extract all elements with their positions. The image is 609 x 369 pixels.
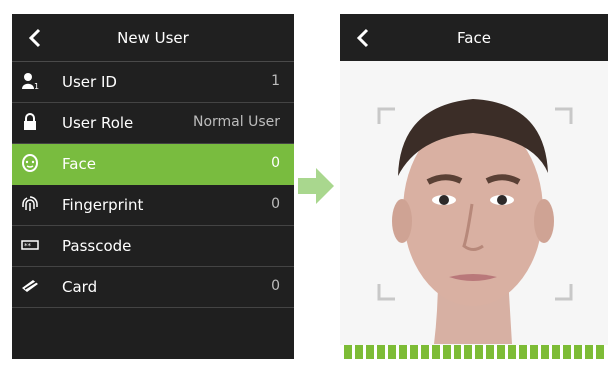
- svg-text:**: **: [24, 242, 32, 250]
- progress-segment: [387, 345, 396, 359]
- progress-segment: [552, 345, 561, 359]
- progress-segment: [519, 345, 528, 359]
- user-id-icon: 1: [22, 73, 39, 90]
- card-icon: [22, 280, 38, 292]
- menu-row-user-id[interactable]: 1 User ID 1: [12, 62, 294, 103]
- face-label: Face: [62, 155, 96, 173]
- face-header: Face: [340, 14, 608, 62]
- progress-segment: [584, 345, 593, 359]
- arrow-right-icon: [298, 168, 334, 204]
- progress-segment: [508, 345, 517, 359]
- progress-segment: [486, 345, 495, 359]
- progress-segment: [464, 345, 473, 359]
- progress-segment: [420, 345, 429, 359]
- menu-row-passcode[interactable]: ** Passcode: [12, 226, 294, 267]
- user-role-value: Normal User: [192, 114, 280, 130]
- passcode-label: Passcode: [62, 237, 132, 255]
- fingerprint-label: Fingerprint: [62, 196, 144, 214]
- progress-segment: [365, 345, 374, 359]
- passcode-icon: **: [21, 240, 39, 250]
- progress-segment: [453, 345, 462, 359]
- new-user-screen: New User 1 User ID 1 User Role Normal Us…: [12, 14, 294, 359]
- progress-segment: [497, 345, 506, 359]
- face-capture-screen: Face: [340, 14, 608, 359]
- progress-segment: [574, 345, 582, 359]
- lock-icon: [24, 113, 36, 130]
- face-title: Face: [457, 29, 491, 47]
- progress-segment: [376, 345, 385, 359]
- user-role-label: User Role: [62, 114, 134, 132]
- menu-row-card[interactable]: Card 0: [12, 267, 294, 308]
- menu-row-face[interactable]: Face 0: [12, 144, 294, 185]
- progress-segment: [541, 345, 550, 359]
- progress-segment: [354, 345, 363, 359]
- face-icon: [22, 154, 38, 172]
- menu-row-fingerprint[interactable]: Fingerprint 0: [12, 185, 294, 226]
- new-user-header: New User: [12, 14, 294, 62]
- face-camera-preview: [340, 61, 608, 359]
- progress-segment: [431, 345, 440, 359]
- fingerprint-icon: [22, 196, 38, 211]
- progress-segment: [563, 345, 572, 359]
- face-capture-progress: [340, 345, 608, 359]
- user-id-label: User ID: [62, 73, 117, 91]
- progress-segment: [409, 345, 418, 359]
- card-label: Card: [62, 278, 98, 296]
- face-value: 0: [271, 155, 280, 171]
- face-photo: [377, 99, 573, 344]
- card-value: 0: [271, 278, 280, 294]
- menu-row-user-role[interactable]: User Role Normal User: [12, 103, 294, 144]
- progress-segment: [530, 345, 539, 359]
- progress-segment: [442, 345, 451, 359]
- new-user-title: New User: [117, 29, 189, 47]
- user-id-value: 1: [271, 73, 280, 89]
- progress-segment: [595, 345, 604, 359]
- progress-segment: [344, 345, 352, 359]
- fingerprint-value: 0: [271, 196, 280, 212]
- svg-text:1: 1: [34, 82, 39, 90]
- progress-segment: [475, 345, 484, 359]
- progress-segment: [398, 345, 407, 359]
